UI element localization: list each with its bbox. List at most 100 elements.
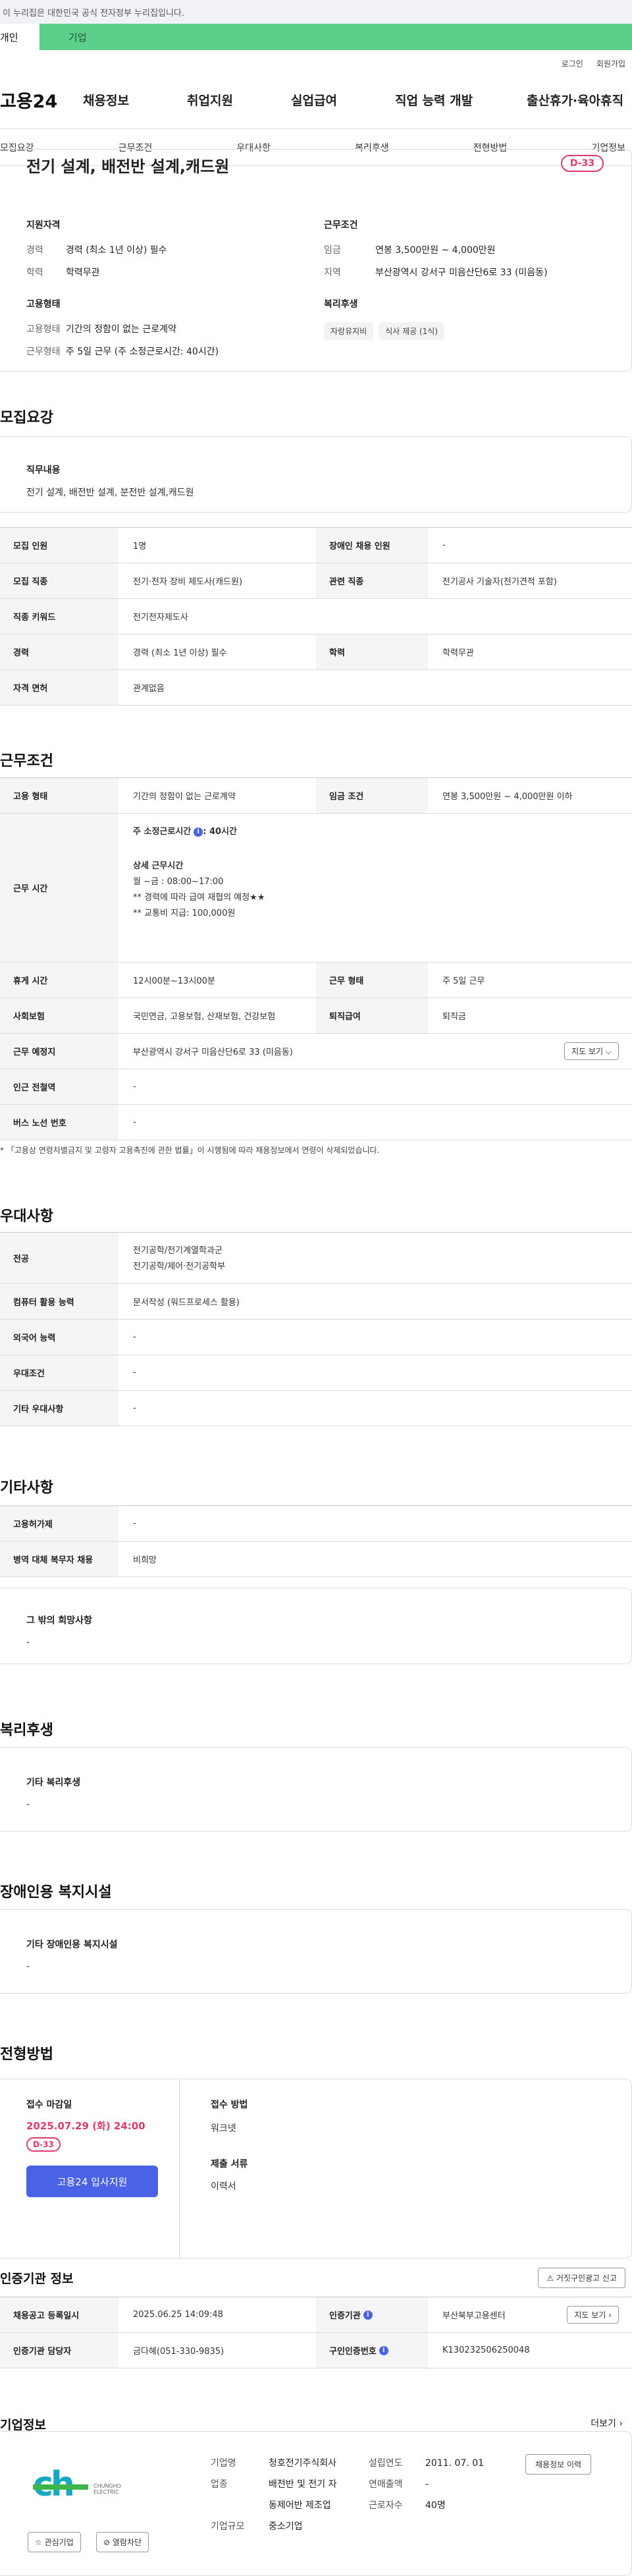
table-value: - (133, 1082, 136, 1092)
table-row: 휴게 시간 12시00분~13시00분 근무 형태 주 5일 근무 (0, 963, 632, 998)
gov-banner-text: 이 누리집은 대한민국 공식 전자정부 누리집입니다. (3, 8, 184, 18)
info-key: 설립연도 (369, 2458, 403, 2469)
other-wishes-box: 그 밖의 희망사항 - (0, 1588, 632, 1664)
industry-value: 동제어반 제조업 (269, 2500, 331, 2511)
welfare-tag: 자랑유지비 (324, 322, 374, 340)
table-row: 모집 직종 전기·전자 장비 제도사(캐드원) 관련 직종 전기공사 기술자(전… (0, 563, 632, 599)
table-key: 채용공고 등록일시 (0, 2297, 118, 2332)
qual-value: 경력 (최소 1년 이상) 필수 (66, 245, 167, 256)
emp-value: 기간의 정함이 없는 근로계약 (66, 324, 176, 335)
location-value: 부산광역시 강서구 미음산단6로 33 (미음동) (133, 1048, 293, 1057)
table-key: 병역 대체 복무자 채용 (0, 1542, 118, 1577)
info-key: 기업규모 (211, 2521, 245, 2532)
table-value: - (133, 1519, 136, 1528)
table-value: 퇴직금 (442, 1012, 466, 1022)
cert-agency-label: 인증기관 (329, 2311, 361, 2321)
industry-value: 배전반 및 전기 자 (269, 2479, 337, 2490)
employment-heading: 고용형태 (26, 299, 61, 310)
apply-button[interactable]: 고용24 입사지원 (26, 2166, 158, 2197)
gnb-item-unemployment[interactable]: 실업급여 (291, 91, 395, 109)
table-row: 모집 인원 1명 장애인 채용 인원 - (0, 528, 632, 563)
method-heading: 접수 방법 (211, 2100, 248, 2110)
block-view-label: 열람차단 (112, 2538, 142, 2547)
favorite-company-button[interactable]: ☆ 관심기업 (28, 2532, 81, 2552)
utility-bar: 로그인 회원가입 (0, 55, 632, 71)
info-icon[interactable]: i (363, 2310, 373, 2320)
divider (179, 2079, 180, 2259)
cert-number-label: 구인인증번호 (329, 2347, 377, 2357)
hours-detail: 주 소정근로시간 i: 40시간 상세 근무시간 월 ~금 : 08:00~17:… (118, 814, 632, 962)
table-value: 비희망 (133, 1555, 157, 1565)
company-box: ch CHUNGHO ELECTRIC ☆ 관심기업 ⊘ 열람차단 기업명 청호전… (0, 2431, 632, 2576)
table-value: 전기공사 기술자(전기견적 포함) (442, 577, 557, 587)
other-wishes-body: - (26, 1637, 30, 1648)
block-icon: ⊘ (103, 2538, 111, 2547)
condition-block: 근무조건 임금 연봉 3,500만원 ~ 4,000만원 지역 부산광역시 강서구 … (324, 218, 587, 288)
dday-badge: D-33 (560, 155, 604, 172)
login-link[interactable]: 로그인 (562, 58, 583, 69)
site-logo[interactable]: 고용24 (0, 87, 83, 113)
work-section-title: 근무조건 (0, 753, 53, 770)
cert-agency-cell: 부산북부고용센터 지도 보기 › (428, 2297, 632, 2332)
welfare-box-heading: 기타 복리후생 (26, 1778, 81, 1788)
table-value: 전기공학/제어·전기공학부 (133, 1262, 226, 1272)
qual-value: 학력무관 (66, 267, 100, 278)
welfare-heading: 복리후생 (324, 299, 358, 310)
disability-section-title: 장애인용 복지시설 (0, 1884, 112, 1901)
table-key: 근무 예정지 (0, 1034, 118, 1069)
gnb-item-jobs[interactable]: 채용정보 (83, 91, 187, 109)
table-row: 채용공고 등록일시 2025.06.25 14:09:48 인증기관 i 부산북부… (0, 2297, 632, 2333)
table-key: 전공 (0, 1233, 118, 1283)
block-view-button[interactable]: ⊘ 열람차단 (96, 2532, 149, 2552)
table-key: 경력 (0, 634, 118, 669)
gnb-item-skills[interactable]: 직업 능력 개발 (395, 91, 527, 109)
gnb-item-leave[interactable]: 출산휴가·육아휴직 (527, 91, 632, 109)
table-row: 경력 경력 (최소 1년 이상) 필수 학력 학력무관 (0, 634, 632, 670)
gnb-item-employment-support[interactable]: 취업지원 (187, 91, 291, 109)
duty-heading: 직무내용 (26, 465, 61, 476)
job-history-button[interactable]: 채용정보 이력 (525, 2454, 592, 2475)
info-icon[interactable]: i (194, 827, 203, 837)
table-row: 버스 노선 번호 - (0, 1105, 632, 1140)
hours-line: 월 ~금 : 08:00~17:00 (133, 877, 224, 887)
established-value: 2011. 07. 01 (425, 2458, 485, 2469)
cert-table: 채용공고 등록일시 2025.06.25 14:09:48 인증기관 i 부산북부… (0, 2297, 632, 2368)
table-key: 직종 키워드 (0, 599, 118, 634)
table-key: 임금 조건 (316, 778, 428, 813)
hours-main-label: 주 소정근로시간 (133, 827, 192, 837)
table-row: 병역 대체 복무자 채용 비희망 (0, 1542, 632, 1577)
table-key: 고용허가제 (0, 1506, 118, 1541)
table-key: 인증기관 i (316, 2297, 428, 2332)
table-key: 장애인 채용 인원 (316, 528, 428, 563)
global-nav: 고용24 채용정보 취업지원 실업급여 직업 능력 개발 출산휴가·육아휴직 (0, 71, 632, 129)
join-link[interactable]: 회원가입 (596, 58, 625, 69)
star-icon: ☆ (35, 2538, 42, 2547)
more-link[interactable]: 더보기 › (591, 2417, 623, 2430)
hours-main-value: : 40시간 (203, 827, 237, 837)
agency-map-button[interactable]: 지도 보기 › (567, 2306, 619, 2324)
table-key: 고용 형태 (0, 778, 118, 813)
table-key: 컴퓨터 활용 능력 (0, 1284, 118, 1319)
map-button[interactable]: 지도 보기 ⌵ (564, 1042, 619, 1060)
qualification-block: 지원자격 경력 경력 (최소 1년 이상) 필수 학력 학력무관 (26, 218, 290, 288)
table-value: 전기·전자 장비 제도사(캐드원) (133, 577, 243, 587)
hours-main: 주 소정근로시간 i: 40시간 (133, 824, 632, 840)
table-value: 전기전자제도사 (133, 613, 188, 623)
table-value: 부산북부고용센터 (442, 2311, 506, 2321)
welfare-box: 기타 복리후생 - (0, 1747, 632, 1832)
welfare-box-body: - (26, 1799, 30, 1810)
report-button-label: 거짓구인광고 신고 (556, 2274, 617, 2283)
tab-company[interactable]: 기업 (40, 24, 632, 50)
emp-value: 주 5일 근무 (주 소정근로시간: 40시간) (66, 347, 219, 357)
report-button[interactable]: ⚠ 거짓구인광고 신고 (538, 2268, 625, 2288)
info-icon[interactable]: i (379, 2345, 388, 2355)
user-type-tabs: 개인 기업 (0, 24, 632, 50)
map-button-label: 지도 보기 (571, 1047, 604, 1056)
table-value: 관계없음 (133, 684, 165, 694)
company-section-title: 기업정보 (0, 2418, 46, 2432)
table-key: 버스 노선 번호 (0, 1105, 118, 1140)
table-row: 기타 우대사항 - (0, 1391, 632, 1426)
table-key: 자격 면허 (0, 670, 118, 705)
chevron-right-icon: › (608, 2310, 612, 2320)
tab-personal[interactable]: 개인 (0, 24, 40, 50)
